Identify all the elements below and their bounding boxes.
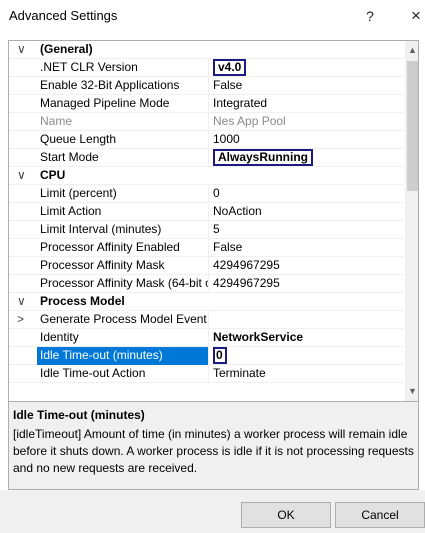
- column-divider: [208, 257, 209, 275]
- collapse-icon[interactable]: ∨: [17, 293, 31, 311]
- column-divider: [208, 149, 209, 167]
- window-title: Advanced Settings: [9, 8, 118, 23]
- collapse-icon[interactable]: ∨: [17, 167, 31, 185]
- property-value[interactable]: 4294967295: [213, 275, 401, 293]
- property-row[interactable]: Identity NetworkService: [9, 329, 404, 347]
- property-name: Generate Process Model Event L: [40, 312, 208, 326]
- property-value[interactable]: 4294967295: [213, 257, 401, 275]
- property-row[interactable]: > Generate Process Model Event L: [9, 311, 404, 329]
- ok-button[interactable]: OK: [241, 502, 331, 528]
- close-button[interactable]: ×: [404, 4, 425, 28]
- property-grid: ∨ (General) .NET CLR Version v4.0 Enable 32-…: [8, 40, 419, 402]
- column-divider: [208, 275, 209, 293]
- category-label: Process Model: [40, 294, 125, 308]
- property-row[interactable]: Limit (percent) 0: [9, 185, 404, 203]
- category-label: (General): [40, 42, 93, 56]
- property-name: Limit (percent): [40, 186, 117, 200]
- property-value[interactable]: v4.0: [213, 59, 401, 77]
- property-row[interactable]: Managed Pipeline Mode Integrated: [9, 95, 404, 113]
- property-value[interactable]: [213, 311, 401, 329]
- title-bar: Advanced Settings ? ×: [0, 0, 425, 33]
- highlighted-value: AlwaysRunning: [213, 149, 314, 166]
- property-value[interactable]: 1000: [213, 131, 401, 149]
- property-value[interactable]: Terminate: [213, 365, 401, 383]
- column-divider: [208, 347, 209, 365]
- property-row[interactable]: Idle Time-out (minutes) 0: [9, 347, 404, 365]
- property-row[interactable]: Start Mode AlwaysRunning: [9, 149, 404, 167]
- property-name: Limit Action: [40, 204, 102, 218]
- category-row[interactable]: ∨ CPU: [9, 167, 404, 185]
- help-button[interactable]: ?: [358, 4, 382, 28]
- property-value[interactable]: 0: [213, 347, 401, 365]
- property-row[interactable]: Enable 32-Bit Applications False: [9, 77, 404, 95]
- category-row[interactable]: ∨ Process Model: [9, 293, 404, 311]
- property-value[interactable]: False: [213, 77, 401, 95]
- column-divider: [208, 77, 209, 95]
- property-row[interactable]: .NET CLR Version v4.0: [9, 59, 404, 77]
- property-name: Identity: [40, 330, 79, 344]
- highlighted-value: v4.0: [213, 59, 247, 76]
- property-value[interactable]: Integrated: [213, 95, 401, 113]
- expand-icon[interactable]: >: [17, 311, 31, 329]
- property-row[interactable]: Name Nes App Pool: [9, 113, 404, 131]
- property-row[interactable]: Idle Time-out Action Terminate: [9, 365, 404, 383]
- property-name: Start Mode: [40, 150, 99, 164]
- property-name: Queue Length: [40, 132, 117, 146]
- property-name: Processor Affinity Mask: [40, 258, 165, 272]
- property-name: Processor Affinity Mask (64-bit o: [40, 276, 208, 290]
- vertical-scrollbar[interactable]: ▲ ▼: [405, 41, 418, 401]
- property-row[interactable]: Queue Length 1000: [9, 131, 404, 149]
- scroll-up-arrow-icon[interactable]: ▲: [405, 43, 418, 58]
- description-text: [idleTimeout] Amount of time (in minutes…: [13, 427, 414, 475]
- column-divider: [208, 311, 209, 329]
- column-divider: [208, 203, 209, 221]
- property-row[interactable]: Processor Affinity Mask (64-bit o 4294967…: [9, 275, 404, 293]
- category-row[interactable]: ∨ (General): [9, 41, 404, 59]
- column-divider: [208, 329, 209, 347]
- property-value[interactable]: False: [213, 239, 401, 257]
- property-row[interactable]: Limit Action NoAction: [9, 203, 404, 221]
- property-value[interactable]: Nes App Pool: [213, 113, 401, 131]
- highlighted-value: 0: [213, 347, 227, 364]
- property-name: Idle Time-out (minutes): [37, 347, 208, 365]
- scrollbar-thumb[interactable]: [407, 61, 418, 191]
- property-row[interactable]: Processor Affinity Mask 4294967295: [9, 257, 404, 275]
- property-value[interactable]: 5: [213, 221, 401, 239]
- column-divider: [208, 131, 209, 149]
- property-name: Managed Pipeline Mode: [40, 96, 170, 110]
- cancel-button[interactable]: Cancel: [335, 502, 425, 528]
- scroll-down-arrow-icon[interactable]: ▼: [405, 384, 418, 399]
- category-label: CPU: [40, 168, 66, 182]
- property-name: Name: [40, 114, 73, 128]
- column-divider: [208, 113, 209, 131]
- property-name: Idle Time-out Action: [40, 366, 146, 380]
- column-divider: [208, 59, 209, 77]
- property-name: Limit Interval (minutes): [40, 222, 162, 236]
- collapse-icon[interactable]: ∨: [17, 41, 31, 59]
- column-divider: [208, 221, 209, 239]
- dialog-footer: OK Cancel: [0, 490, 425, 533]
- property-name: Processor Affinity Enabled: [40, 240, 180, 254]
- description-panel: Idle Time-out (minutes) [idleTimeout] Am…: [8, 402, 419, 490]
- property-value[interactable]: NetworkService: [213, 329, 401, 347]
- property-value[interactable]: NoAction: [213, 203, 401, 221]
- column-divider: [208, 185, 209, 203]
- description-title: Idle Time-out (minutes): [13, 408, 145, 422]
- property-row[interactable]: Processor Affinity Enabled False: [9, 239, 404, 257]
- column-divider: [208, 95, 209, 113]
- column-divider: [208, 239, 209, 257]
- column-divider: [208, 365, 209, 383]
- property-value[interactable]: 0: [213, 185, 401, 203]
- property-name: .NET CLR Version: [40, 60, 138, 74]
- property-name: Enable 32-Bit Applications: [40, 78, 180, 92]
- property-row[interactable]: Limit Interval (minutes) 5: [9, 221, 404, 239]
- property-value[interactable]: AlwaysRunning: [213, 149, 401, 167]
